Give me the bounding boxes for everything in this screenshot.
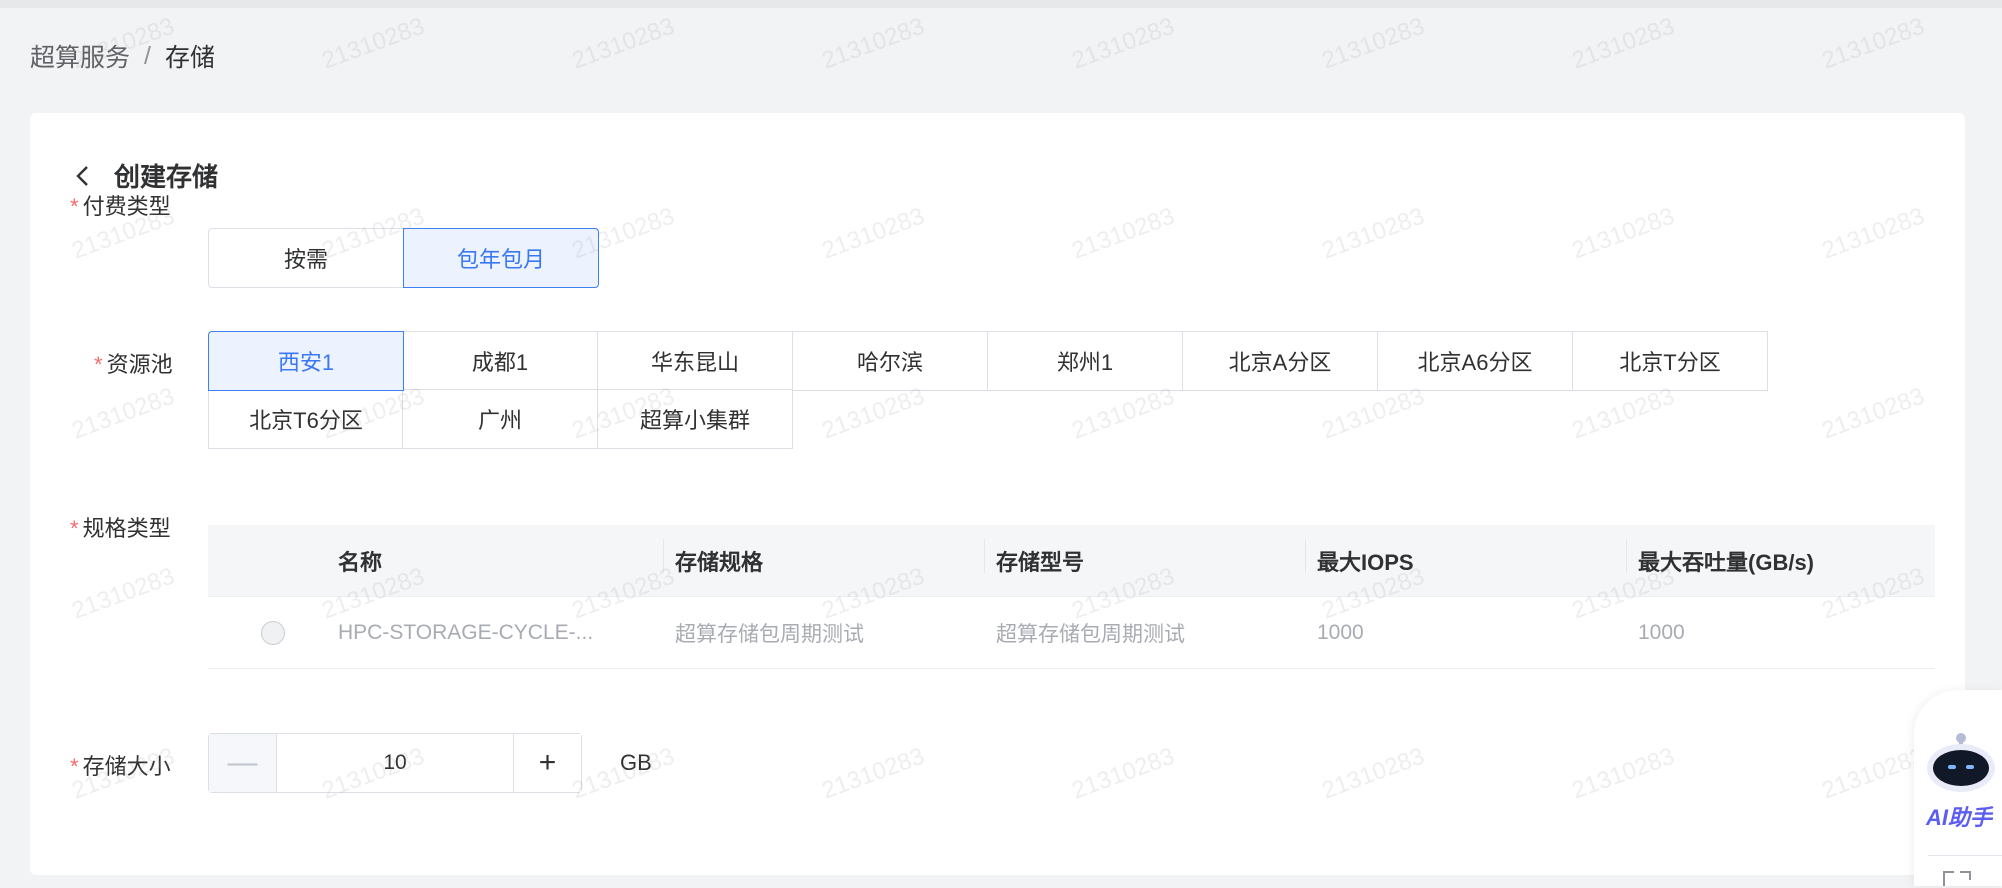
column-header-model: 存储型号 <box>984 545 1305 577</box>
pool-option-beijing-a6[interactable]: 北京A6分区 <box>1377 331 1573 391</box>
spec-table-header: 名称 存储规格 存储型号 最大IOPS 最大吞吐量(GB/s) <box>208 525 1935 597</box>
expand-icon[interactable] <box>1942 868 1972 888</box>
pool-option-zhengzhou1[interactable]: 郑州1 <box>987 331 1183 391</box>
watermark-text: 21310283 <box>1818 13 1928 76</box>
pool-option-chengdu1[interactable]: 成都1 <box>402 331 598 391</box>
ai-assistant-label: AI助手 <box>1926 800 1992 832</box>
storage-size-input[interactable] <box>277 734 513 792</box>
watermark-text: 21310283 <box>568 13 678 76</box>
billing-type-group: 按需 包年包月 <box>208 228 599 288</box>
ai-assistant-widget[interactable]: AI助手 <box>1914 690 2002 886</box>
storage-size-stepper: — + <box>208 733 582 793</box>
pool-option-guangzhou[interactable]: 广州 <box>402 389 598 449</box>
breadcrumb: 超算服务 / 存储 <box>30 38 215 74</box>
size-unit: GB <box>620 750 652 776</box>
required-mark: * <box>70 754 79 779</box>
resource-pool-label: *资源池 <box>94 347 173 379</box>
pool-option-beijing-a[interactable]: 北京A分区 <box>1182 331 1378 391</box>
decrease-button[interactable]: — <box>209 734 277 792</box>
pool-option-huadong-kunshan[interactable]: 华东昆山 <box>597 331 793 391</box>
row-model: 超算存储包周期测试 <box>984 618 1305 648</box>
row-max-iops: 1000 <box>1305 621 1626 645</box>
billing-option-on-demand[interactable]: 按需 <box>208 228 404 288</box>
create-storage-card: 创建存储 *付费类型 按需 包年包月 *资源池 西安1 成都1 华东昆山 哈尔滨… <box>30 113 1965 875</box>
column-header-max-throughput: 最大吞吐量(GB/s) <box>1626 545 1935 577</box>
breadcrumb-separator: / <box>144 42 151 71</box>
storage-size-label: *存储大小 <box>70 749 171 781</box>
breadcrumb-parent[interactable]: 超算服务 <box>30 38 130 74</box>
increase-button[interactable]: + <box>513 734 581 792</box>
top-bar <box>0 0 2002 8</box>
pool-option-xian1[interactable]: 西安1 <box>208 331 404 391</box>
column-header-spec: 存储规格 <box>663 545 984 577</box>
watermark-text: 21310283 <box>818 13 928 76</box>
row-name: HPC-STORAGE-CYCLE-... <box>338 621 663 645</box>
back-chevron-icon[interactable] <box>72 164 96 188</box>
watermark-text: 21310283 <box>318 13 428 76</box>
required-mark: * <box>70 194 79 219</box>
column-header-name: 名称 <box>338 545 663 577</box>
spec-type-label: *规格类型 <box>70 511 171 543</box>
pool-option-beijing-t6[interactable]: 北京T6分区 <box>208 389 404 449</box>
required-mark: * <box>94 352 103 377</box>
watermark-text: 21310283 <box>1568 13 1678 76</box>
required-mark: * <box>70 516 79 541</box>
billing-option-subscription[interactable]: 包年包月 <box>403 228 599 288</box>
table-row[interactable]: HPC-STORAGE-CYCLE-... 超算存储包周期测试 超算存储包周期测… <box>208 597 1935 669</box>
column-header-max-iops: 最大IOPS <box>1305 545 1626 577</box>
row-spec: 超算存储包周期测试 <box>663 618 984 648</box>
robot-icon <box>1924 730 1998 794</box>
breadcrumb-current: 存储 <box>165 38 215 74</box>
ai-widget-divider <box>1928 855 2002 856</box>
pool-option-hpc-mini-cluster[interactable]: 超算小集群 <box>597 389 793 449</box>
watermark-text: 21310283 <box>1318 13 1428 76</box>
pool-option-beijing-t[interactable]: 北京T分区 <box>1572 331 1768 391</box>
row-select-radio[interactable] <box>261 621 285 645</box>
watermark-text: 21310283 <box>1068 13 1178 76</box>
billing-type-label: *付费类型 <box>70 189 171 221</box>
spec-table: 名称 存储规格 存储型号 最大IOPS 最大吞吐量(GB/s) HPC-STOR… <box>208 525 1935 669</box>
resource-pool-group: 西安1 成都1 华东昆山 哈尔滨 郑州1 北京A分区 北京A6分区 北京T分区 … <box>208 331 1770 449</box>
row-max-throughput: 1000 <box>1626 621 1935 645</box>
pool-option-harbin[interactable]: 哈尔滨 <box>792 331 988 391</box>
